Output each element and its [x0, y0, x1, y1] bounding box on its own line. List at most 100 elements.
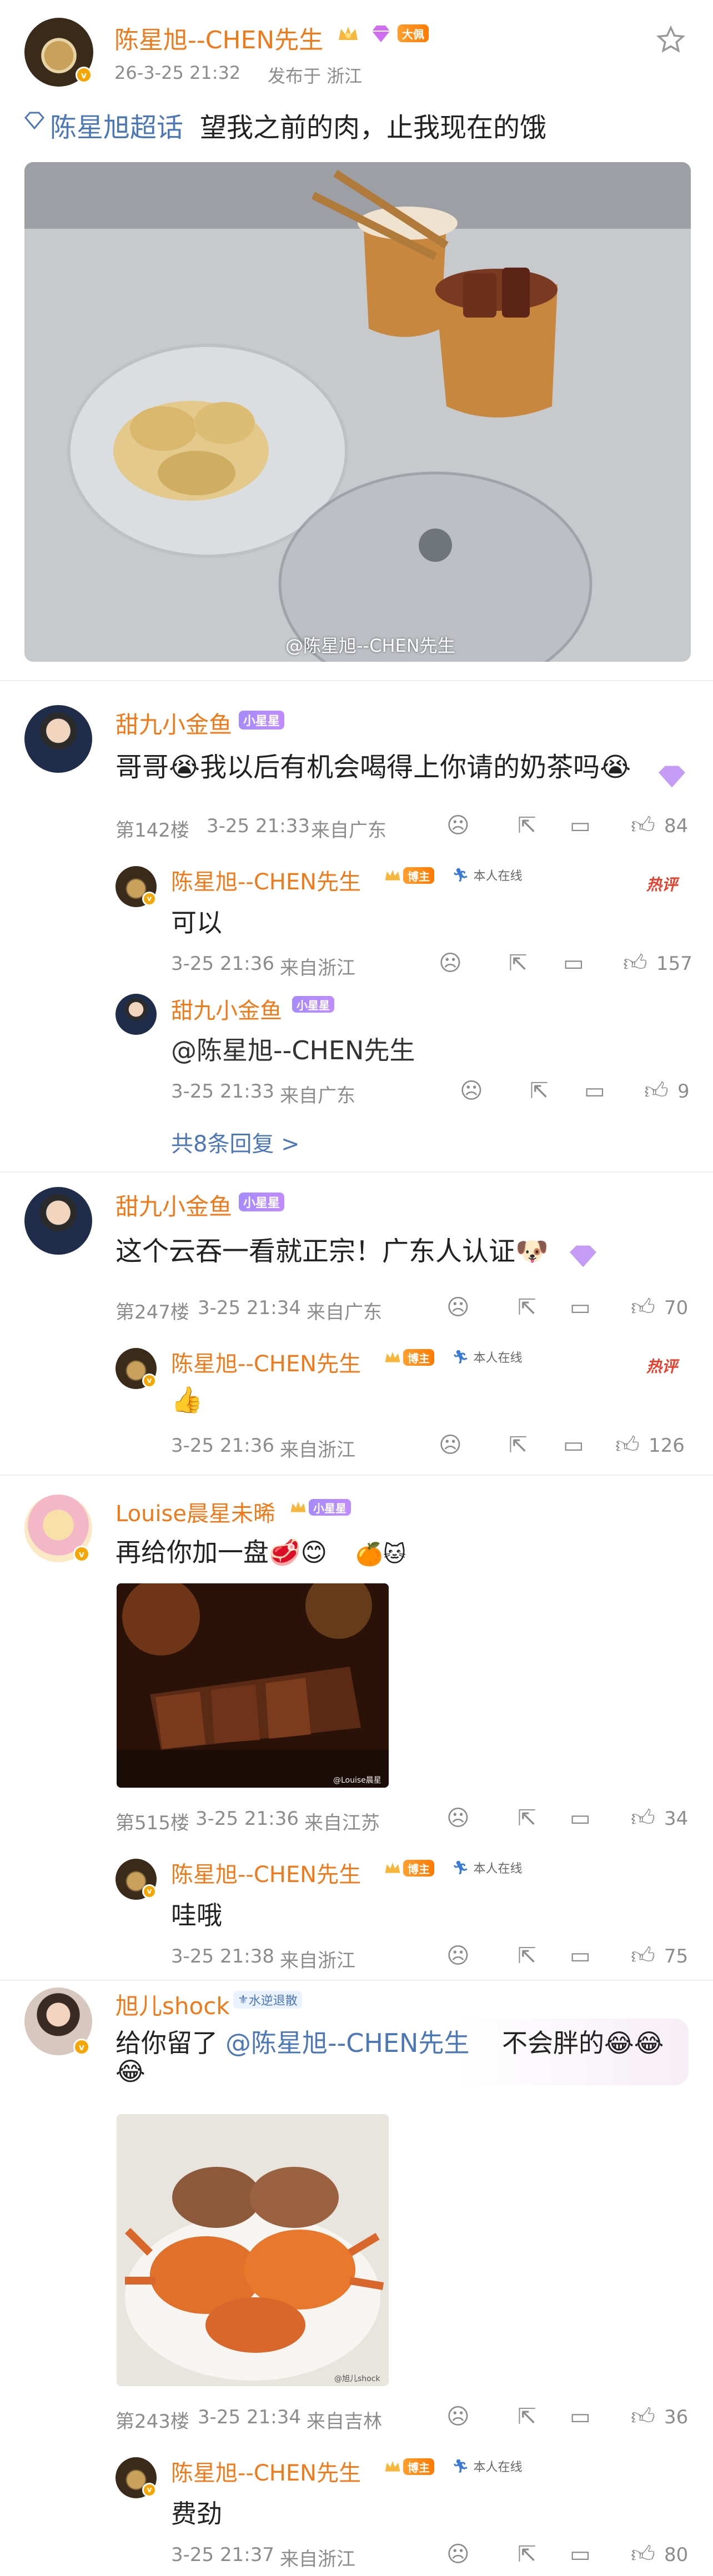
share-icon[interactable]: ⇱	[518, 2542, 536, 2567]
share-icon[interactable]: ⇱	[530, 1078, 549, 1104]
comment-time: 3-25 21:33	[207, 815, 310, 837]
level-badge: 小星星	[292, 996, 334, 1013]
like-count: 34	[664, 1808, 689, 1830]
comment-icon[interactable]: ▭	[584, 1078, 605, 1104]
comment-text-tail: 不会胖的😂😂	[502, 2028, 664, 2058]
comment-time: 3-25 21:36	[195, 1808, 299, 1830]
share-icon[interactable]: ⇱	[509, 950, 528, 976]
comment-floor: 第247楼	[116, 1301, 189, 1324]
comment-icon[interactable]: ▭	[563, 1432, 584, 1458]
comment-photo[interactable]: @Louise晨星	[117, 1583, 389, 1788]
runner-icon: 🏃︎	[452, 1860, 469, 1875]
comment-from: 来自广东	[307, 1301, 382, 1324]
like-icon[interactable]: 👍︎	[615, 1431, 640, 1460]
comment-photo-watermark: @Louise晨星	[333, 1776, 381, 1785]
verified-badge-icon: v	[142, 892, 157, 906]
commenter-name[interactable]: 甜九小金鱼	[116, 1188, 232, 1222]
like-icon[interactable]: 👍︎	[644, 1077, 669, 1105]
dislike-icon[interactable]: ☹	[439, 950, 462, 976]
reply-time: 3-25 21:36	[171, 1435, 274, 1457]
divider	[0, 1475, 713, 1476]
comment-icon[interactable]: ▭	[570, 813, 591, 838]
reply-avatar[interactable]	[116, 994, 157, 1035]
verified-badge-icon: v	[142, 1884, 157, 1899]
dislike-icon[interactable]: ☹	[460, 1078, 483, 1104]
post-photo[interactable]: @陈星旭--CHEN先生	[24, 162, 691, 662]
comment-icon[interactable]: ▭	[570, 1805, 591, 1831]
reply-user-name[interactable]: 甜九小金鱼	[171, 993, 282, 1025]
commenter-name[interactable]: Louise晨星未晞	[116, 1496, 275, 1528]
divider	[0, 680, 713, 681]
dislike-icon[interactable]: ☹	[446, 813, 470, 838]
like-count: 84	[664, 815, 689, 837]
reply-user-name[interactable]: 陈星旭--CHEN先生	[171, 864, 361, 896]
dislike-icon[interactable]: ☹	[446, 2542, 470, 2567]
reply-text: 👍	[171, 1385, 203, 1415]
share-icon[interactable]: ⇱	[518, 813, 536, 838]
share-icon[interactable]: ⇱	[518, 1943, 536, 1969]
reply-text: 可以	[171, 908, 222, 938]
diamond-icon	[372, 26, 390, 42]
comment-photo[interactable]: @旭儿shock	[117, 2114, 389, 2386]
dislike-icon[interactable]: ☹	[446, 1295, 470, 1320]
post-location: 发布于 浙江	[268, 66, 363, 87]
post-photo-watermark: @陈星旭--CHEN先生	[285, 635, 455, 656]
comment-icon[interactable]: ▭	[570, 2542, 591, 2567]
post-text: 望我之前的肉，止我现在的饿	[200, 112, 547, 143]
commenter-avatar[interactable]	[24, 705, 92, 773]
commenter-name[interactable]: 旭儿shock	[116, 1988, 230, 2021]
like-icon[interactable]: 👍︎	[631, 1294, 655, 1322]
verified-badge-icon: v	[142, 1373, 157, 1388]
reply-user-name[interactable]: 陈星旭--CHEN先生	[171, 2455, 361, 2487]
dislike-icon[interactable]: ☹	[446, 2404, 470, 2429]
blogger-badge: 博主	[403, 1860, 434, 1876]
reply-user-name[interactable]: 陈星旭--CHEN先生	[171, 1856, 361, 1889]
reply-user-name[interactable]: 陈星旭--CHEN先生	[171, 1346, 361, 1378]
runner-icon: 🏃︎	[452, 1349, 469, 1365]
super-topic-diamond-icon	[24, 112, 44, 130]
crown-icon	[385, 1862, 400, 1873]
reply-text: 哇哦	[171, 1900, 222, 1930]
reply-mention[interactable]: @陈星旭--CHEN先生	[171, 1030, 415, 1067]
online-status: 🏃︎ 本人在线	[452, 2457, 522, 2475]
like-icon[interactable]: 👍︎	[631, 812, 655, 840]
like-icon[interactable]: 👍︎	[623, 949, 647, 978]
dislike-icon[interactable]: ☹	[446, 1805, 470, 1831]
like-icon[interactable]: 👍︎	[631, 1804, 655, 1833]
comment-from: 来自广东	[311, 819, 386, 842]
comment-photo-watermark: @旭儿shock	[334, 2374, 380, 2383]
decoration-diamond-icon	[659, 766, 685, 788]
share-icon[interactable]: ⇱	[509, 1432, 528, 1458]
commenter-avatar[interactable]	[24, 1187, 92, 1255]
share-icon[interactable]: ⇱	[518, 2404, 536, 2429]
hot-comment-badge: 热评	[646, 1357, 678, 1376]
comment-mention[interactable]: @陈星旭--CHEN先生	[225, 2023, 469, 2060]
more-replies-link[interactable]: 共8条回复 >	[171, 1126, 300, 1158]
comment-icon[interactable]: ▭	[570, 1943, 591, 1969]
star-favorite-icon[interactable]	[655, 24, 686, 56]
comment-icon[interactable]: ▭	[570, 2404, 591, 2429]
post-author-name[interactable]: 陈星旭--CHEN先生	[114, 20, 323, 56]
like-icon[interactable]: 👍︎	[631, 2540, 655, 2569]
fan-group-label: 水逆退散	[248, 1994, 298, 2008]
comment-icon[interactable]: ▭	[563, 950, 584, 976]
steak-photo-illustration	[117, 1583, 389, 1788]
comment-icon[interactable]: ▭	[570, 1295, 591, 1320]
dislike-icon[interactable]: ☹	[446, 1943, 470, 1969]
dislike-icon[interactable]: ☹	[439, 1432, 462, 1458]
like-icon[interactable]: 👍︎	[631, 2403, 655, 2431]
like-icon[interactable]: 👍︎	[631, 1942, 655, 1970]
online-status: 🏃︎ 本人在线	[452, 1859, 522, 1876]
reply-time: 3-25 21:33	[171, 1080, 274, 1103]
level-badge: 小星星	[309, 1499, 351, 1516]
share-icon[interactable]: ⇱	[518, 1805, 536, 1831]
comment-time: 3-25 21:34	[198, 2406, 301, 2428]
online-status: 🏃︎ 本人在线	[452, 1348, 522, 1366]
runner-icon: 🏃︎	[452, 2458, 469, 2474]
blogger-badge: 博主	[403, 867, 434, 884]
share-icon[interactable]: ⇱	[518, 1295, 536, 1320]
reply-time: 3-25 21:37	[171, 2544, 274, 2566]
super-topic-link[interactable]: 陈星旭超话	[50, 105, 183, 144]
commenter-name[interactable]: 甜九小金鱼	[116, 706, 232, 740]
reply-from: 来自浙江	[280, 957, 355, 979]
